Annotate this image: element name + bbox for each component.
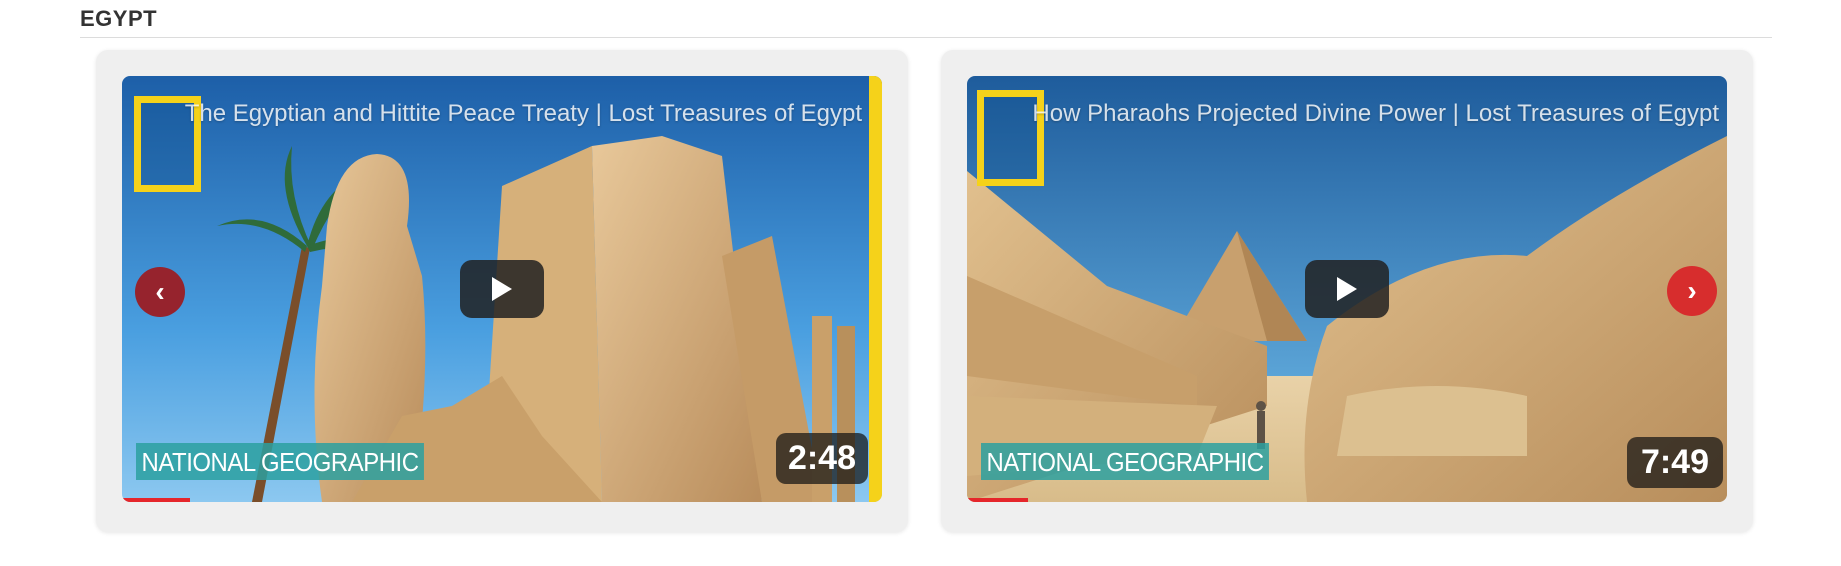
play-icon [492, 277, 512, 301]
watch-progress-bar [967, 498, 1028, 502]
watch-progress-bar [122, 498, 191, 502]
video-duration: 2:48 [775, 433, 868, 484]
play-button[interactable] [1305, 260, 1389, 318]
carousel-next-button[interactable]: › [1667, 266, 1717, 316]
brand-badge: NATIONAL GEOGRAPHIC [981, 443, 1270, 480]
carousel-prev-button[interactable]: ‹ [135, 267, 185, 317]
section-divider [80, 37, 1772, 38]
play-icon [1337, 277, 1357, 301]
video-card-2: How Pharaohs Projected Divine Power | Lo… [941, 50, 1753, 532]
ng-yellow-border [869, 76, 882, 502]
video-duration: 7:49 [1626, 437, 1723, 488]
section-title: EGYPT [80, 6, 158, 31]
play-button[interactable] [460, 260, 544, 318]
video-card-1: The Egyptian and Hittite Peace Treaty | … [96, 50, 908, 532]
video-thumbnail-2[interactable]: How Pharaohs Projected Divine Power | Lo… [967, 76, 1727, 502]
video-title: The Egyptian and Hittite Peace Treaty | … [184, 100, 862, 127]
video-thumbnail-1[interactable]: The Egyptian and Hittite Peace Treaty | … [122, 76, 882, 502]
video-title: How Pharaohs Projected Divine Power | Lo… [1032, 100, 1719, 127]
brand-badge: NATIONAL GEOGRAPHIC [136, 443, 425, 480]
